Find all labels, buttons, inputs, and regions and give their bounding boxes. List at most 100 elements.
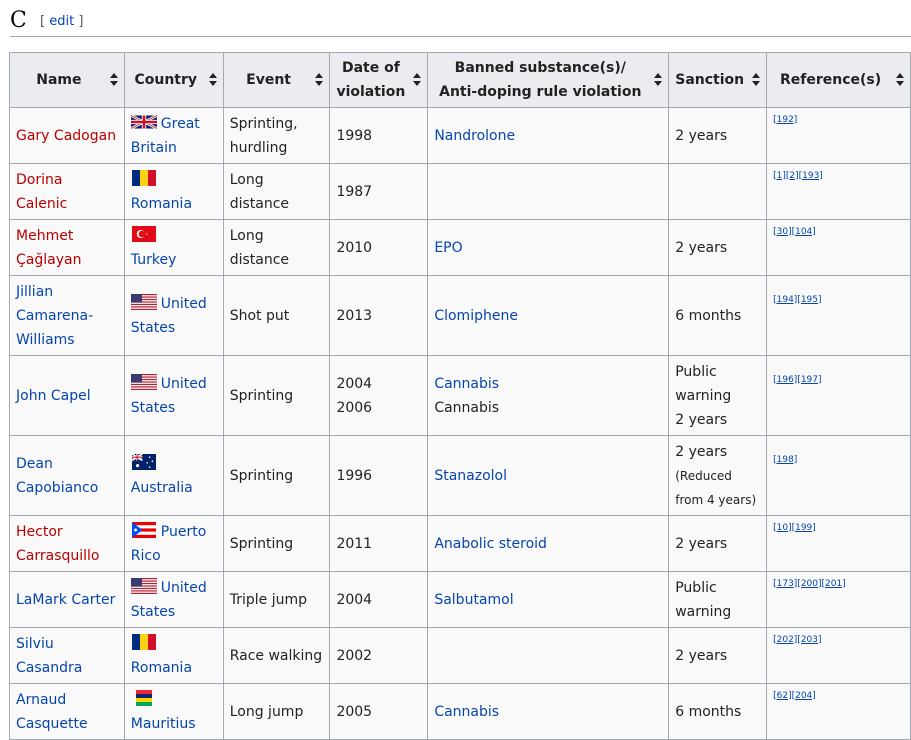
athlete-link[interactable]: John Capel	[16, 388, 91, 404]
usa-flag-icon	[130, 373, 157, 390]
cell-country: United States	[123, 275, 224, 356]
heading-divider	[10, 36, 911, 37]
cell-date: 2013	[329, 275, 429, 356]
column-header-country[interactable]: Country	[123, 52, 224, 108]
table-row: Dorina Calenic Romania Long distance 1987 [1]…	[9, 163, 911, 220]
cell-date: 2011	[329, 515, 429, 572]
cell-event: Long jump	[222, 683, 331, 740]
cell-country: Australia	[123, 435, 224, 516]
doping-cases-table: Name Country Event Date of violation Bann…	[9, 52, 911, 740]
cell-substance	[427, 163, 670, 220]
column-header-references[interactable]: Reference(s)	[766, 52, 911, 108]
athlete-link[interactable]: Silviu Casandra	[16, 636, 82, 676]
country-link[interactable]: Mauritius	[131, 716, 196, 732]
cell-references: [10][199]	[766, 515, 911, 572]
sort-icon[interactable]	[413, 72, 422, 88]
reference-links[interactable]: [192]	[773, 115, 797, 125]
cell-name: Mehmet Çağlayan	[9, 219, 125, 276]
cell-sanction: 2 years	[668, 515, 768, 572]
column-header-substance[interactable]: Banned substance(s)/Anti-doping rule vio…	[427, 52, 670, 108]
cell-country: Romania	[123, 163, 224, 220]
cell-event: Shot put	[222, 275, 331, 356]
cell-date: 1996	[329, 435, 429, 516]
cell-date: 2004 2006	[329, 355, 429, 436]
mauritius-flag-icon	[131, 689, 157, 706]
cell-substance	[427, 627, 670, 684]
turkey-flag-icon	[131, 225, 157, 242]
cell-event: Triple jump	[222, 571, 331, 628]
cell-event: Sprinting, hurdling	[222, 107, 331, 164]
table-row: Jillian Camarena- Williams United States Shot…	[9, 275, 911, 356]
reference-links[interactable]: [1][2][193]	[773, 171, 823, 181]
cell-country: Great Britain	[123, 107, 224, 164]
substance-link[interactable]: Cannabis	[434, 704, 499, 720]
cell-name: Arnaud Casquette	[9, 683, 125, 740]
cell-date: 2005	[329, 683, 429, 740]
cell-references: [196][197]	[766, 355, 911, 436]
reference-links[interactable]: [194][195]	[773, 295, 821, 305]
athlete-link[interactable]: Mehmet Çağlayan	[16, 228, 81, 268]
uk-flag-icon	[130, 113, 157, 130]
cell-country: Mauritius	[123, 683, 224, 740]
puerto-rico-flag-icon	[131, 521, 157, 538]
sort-icon[interactable]	[654, 72, 663, 88]
substance-link[interactable]: Anabolic steroid	[434, 536, 547, 552]
usa-flag-icon	[130, 293, 157, 310]
cell-country: Puerto Rico	[123, 515, 224, 572]
cell-references: [62][204]	[766, 683, 911, 740]
reference-links[interactable]: [173][200][201]	[773, 579, 846, 589]
substance-link[interactable]: Stanazolol	[434, 468, 507, 484]
sort-icon[interactable]	[315, 72, 324, 88]
column-header-date[interactable]: Date of violation	[329, 52, 429, 108]
country-link[interactable]: Turkey	[131, 252, 177, 268]
country-link[interactable]: Romania	[131, 660, 192, 676]
column-header-name[interactable]: Name	[9, 52, 125, 108]
country-link[interactable]: Australia	[131, 480, 193, 496]
substance-link[interactable]: Cannabis	[434, 376, 499, 392]
reference-links[interactable]: [62][204]	[773, 691, 816, 701]
athlete-link[interactable]: Dean Capobianco	[16, 456, 98, 496]
cell-sanction: 6 months	[668, 275, 768, 356]
cell-substance: Salbutamol	[427, 571, 670, 628]
reference-links[interactable]: [30][104]	[773, 227, 816, 237]
cell-sanction: 2 years	[668, 107, 768, 164]
substance-link[interactable]: Salbutamol	[434, 592, 513, 608]
substance-link[interactable]: EPO	[434, 240, 462, 256]
athlete-link[interactable]: Dorina Calenic	[16, 172, 67, 212]
reference-links[interactable]: [198]	[773, 455, 797, 465]
cell-event: Sprinting	[222, 355, 331, 436]
table-row: Hector Carrasquillo Puerto Rico Sprinting 201…	[9, 515, 911, 572]
table-row: Dean Capobianco Australia Sprinting 1996 Stan…	[9, 435, 911, 516]
athlete-link[interactable]: Arnaud Casquette	[16, 692, 88, 732]
column-header-sanction[interactable]: Sanction	[668, 52, 768, 108]
cell-references: [173][200][201]	[766, 571, 911, 628]
country-link[interactable]: Romania	[131, 196, 192, 212]
cell-event: Race walking	[222, 627, 331, 684]
column-header-event[interactable]: Event	[222, 52, 331, 108]
reference-links[interactable]: [10][199]	[773, 523, 816, 533]
sort-icon[interactable]	[896, 72, 904, 88]
cell-name: Gary Cadogan	[9, 107, 125, 164]
cell-substance: Cannabis	[427, 683, 670, 740]
edit-section: [ edit ]	[40, 14, 84, 29]
table-row: Mehmet Çağlayan Turkey Long distance 2010 EPO 2…	[9, 219, 911, 276]
substance-link[interactable]: Nandrolone	[434, 128, 515, 144]
substance-text: Cannabis	[434, 399, 500, 416]
cell-substance: Cannabis Cannabis	[427, 355, 670, 436]
cell-substance: Nandrolone	[427, 107, 670, 164]
athlete-link[interactable]: Hector Carrasquillo	[16, 524, 100, 564]
substance-link[interactable]: Clomiphene	[434, 308, 518, 324]
australia-flag-icon	[131, 453, 157, 470]
reference-links[interactable]: [202][203]	[773, 635, 821, 645]
edit-link[interactable]: edit	[49, 14, 74, 29]
cell-name: Dorina Calenic	[9, 163, 125, 220]
reference-links[interactable]: [196][197]	[773, 375, 821, 385]
sort-icon[interactable]	[752, 72, 761, 88]
sort-icon[interactable]	[109, 72, 118, 88]
cell-date: 2002	[329, 627, 429, 684]
section-letter: C	[10, 8, 27, 33]
athlete-link[interactable]: Gary Cadogan	[16, 128, 116, 144]
sort-icon[interactable]	[208, 72, 217, 88]
athlete-link[interactable]: LaMark Carter	[16, 592, 115, 608]
athlete-link[interactable]: Jillian Camarena- Williams	[16, 284, 93, 348]
